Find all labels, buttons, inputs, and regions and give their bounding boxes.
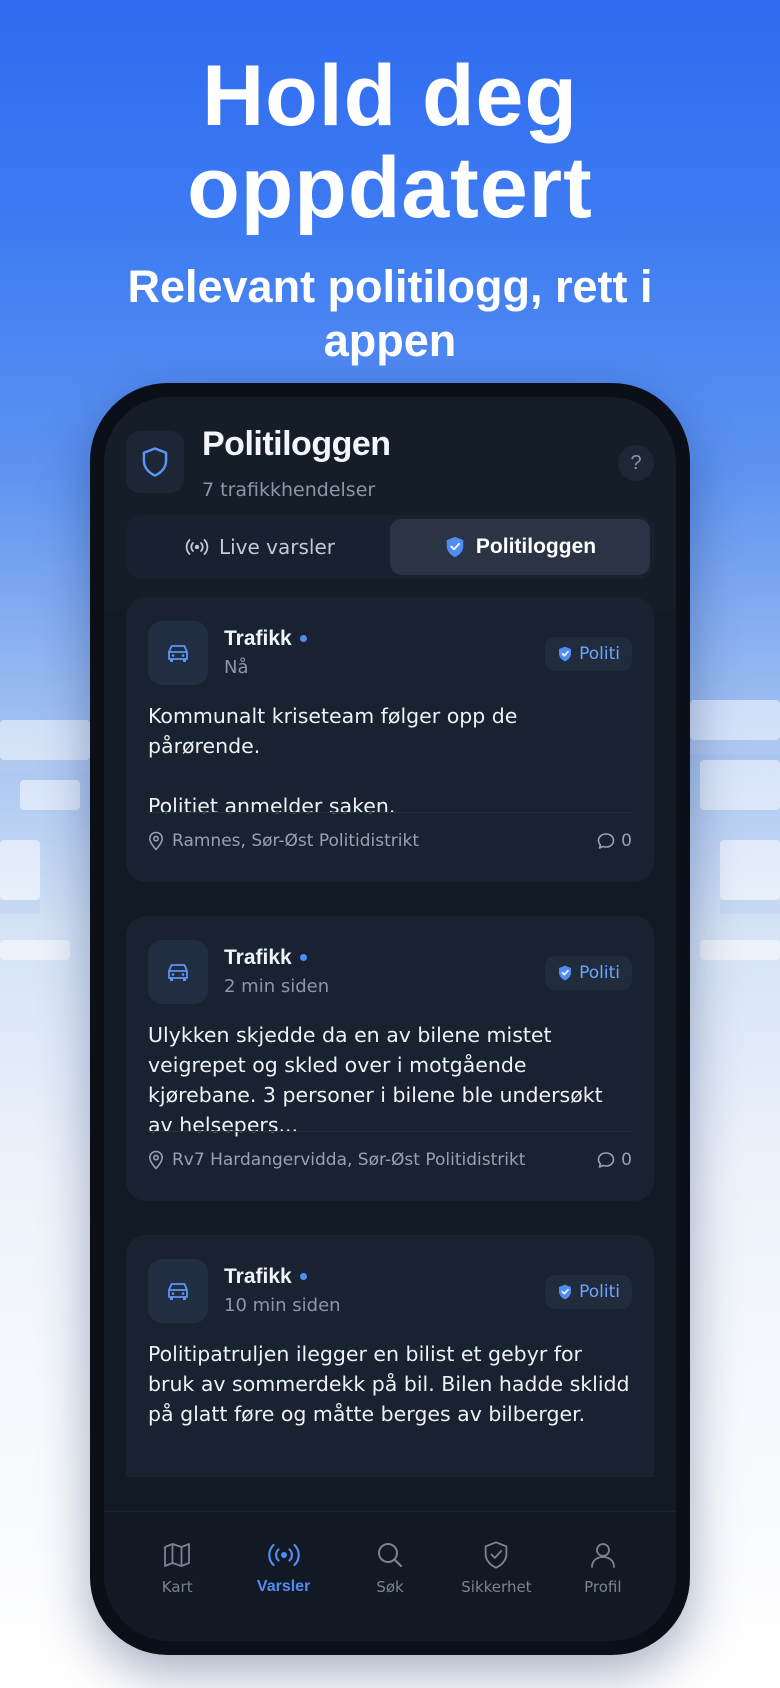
incident-text: Politipatruljen ilegger en bilist et geb… bbox=[148, 1342, 630, 1426]
page-title: Politiloggen bbox=[202, 425, 391, 463]
live-dot bbox=[299, 954, 307, 961]
phone-frame: Politiloggen 7 trafikkhendelser ? Live v… bbox=[90, 383, 690, 1655]
tab-label: Live varsler bbox=[218, 535, 335, 559]
source-badge: Politi bbox=[545, 637, 632, 671]
comment-count[interactable]: 0 bbox=[597, 831, 632, 851]
incident-location: Rv7 Hardangervidda, Sør-Øst Politidistri… bbox=[148, 1150, 597, 1170]
hero-subheadline: Relevant politilogg, rett i appen bbox=[127, 261, 653, 366]
hero: Hold deg oppdatert Relevant politilogg, … bbox=[0, 50, 780, 368]
incident-text: Ulykken skjedde da en av bilene mistet v… bbox=[148, 1023, 603, 1137]
source-badge: Politi bbox=[545, 956, 632, 990]
broadcast-icon bbox=[267, 1543, 300, 1567]
tab-politiloggen[interactable]: Politiloggen bbox=[390, 519, 650, 575]
card-footer: Ramnes, Sør-Øst Politidistrikt 0 bbox=[148, 831, 632, 851]
nav-item-kart[interactable]: Kart bbox=[124, 1512, 230, 1641]
car-icon bbox=[168, 1283, 188, 1300]
tab-label: Politiloggen bbox=[475, 535, 597, 558]
hero-headline: Hold deg oppdatert bbox=[187, 48, 593, 236]
incident-card[interactable]: Trafikk 10 min siden Politi Politipatrul… bbox=[126, 1235, 654, 1477]
nav-item-varsler[interactable]: Varsler bbox=[230, 1512, 336, 1641]
shield-icon bbox=[142, 447, 168, 477]
incident-time: 10 min siden bbox=[224, 1295, 341, 1316]
divider bbox=[148, 812, 632, 813]
shield-check-icon bbox=[559, 646, 572, 662]
segmented-tabs: Live varsler Politiloggen bbox=[126, 515, 654, 579]
user-icon bbox=[590, 1543, 615, 1568]
category-icon-tile bbox=[148, 621, 208, 685]
incident-time: Nå bbox=[224, 657, 249, 678]
tab-live-varsler[interactable]: Live varsler bbox=[130, 519, 390, 575]
live-dot bbox=[299, 1273, 307, 1280]
location-pin-icon bbox=[148, 1150, 164, 1170]
incident-category: Trafikk bbox=[224, 946, 307, 970]
comment-count[interactable]: 0 bbox=[597, 1150, 632, 1170]
incident-location: Ramnes, Sør-Øst Politidistrikt bbox=[148, 831, 597, 851]
location-pin-icon bbox=[148, 831, 164, 851]
incident-feed[interactable]: Trafikk Nå Politi Kommunalt kriseteam fø… bbox=[104, 597, 676, 1477]
incident-card[interactable]: Trafikk 2 min siden Politi Ulykken skjed… bbox=[126, 916, 654, 1201]
source-badge: Politi bbox=[545, 1275, 632, 1309]
shield-check-icon bbox=[559, 1284, 572, 1300]
card-footer: Rv7 Hardangervidda, Sør-Øst Politidistri… bbox=[148, 1150, 632, 1170]
divider bbox=[148, 1131, 632, 1132]
shield-check-icon bbox=[446, 536, 464, 558]
app-screen: Politiloggen 7 trafikkhendelser ? Live v… bbox=[104, 397, 676, 1641]
map-icon bbox=[164, 1543, 191, 1567]
incident-category: Trafikk bbox=[224, 627, 307, 651]
broadcast-icon bbox=[185, 539, 209, 555]
nav-item-sikkerhet[interactable]: Sikkerhet bbox=[443, 1512, 549, 1641]
page-subtitle: 7 trafikkhendelser bbox=[202, 479, 376, 501]
app-header: Politiloggen 7 trafikkhendelser ? Live v… bbox=[104, 397, 676, 609]
incident-time: 2 min siden bbox=[224, 976, 330, 997]
help-icon: ? bbox=[630, 451, 642, 474]
nav-item-sok[interactable]: Søk bbox=[337, 1512, 443, 1641]
car-icon bbox=[168, 964, 188, 981]
incident-category: Trafikk bbox=[224, 1265, 307, 1289]
help-button[interactable]: ? bbox=[618, 445, 654, 481]
search-icon bbox=[378, 1543, 403, 1568]
category-icon-tile bbox=[148, 940, 208, 1004]
live-dot bbox=[299, 635, 307, 642]
incident-card[interactable]: Trafikk Nå Politi Kommunalt kriseteam fø… bbox=[126, 597, 654, 882]
bottom-nav: Kart Varsler Søk Sikkerhet Profil bbox=[104, 1511, 676, 1641]
shield-check-icon bbox=[485, 1541, 508, 1569]
comment-icon bbox=[597, 833, 615, 849]
nav-item-profil[interactable]: Profil bbox=[550, 1512, 656, 1641]
category-icon-tile bbox=[148, 1259, 208, 1323]
app-logo bbox=[126, 431, 184, 493]
shield-check-icon bbox=[559, 965, 572, 981]
car-icon bbox=[168, 645, 188, 662]
incident-text: Kommunalt kriseteam følger opp de pårøre… bbox=[148, 704, 518, 818]
comment-icon bbox=[597, 1152, 615, 1168]
